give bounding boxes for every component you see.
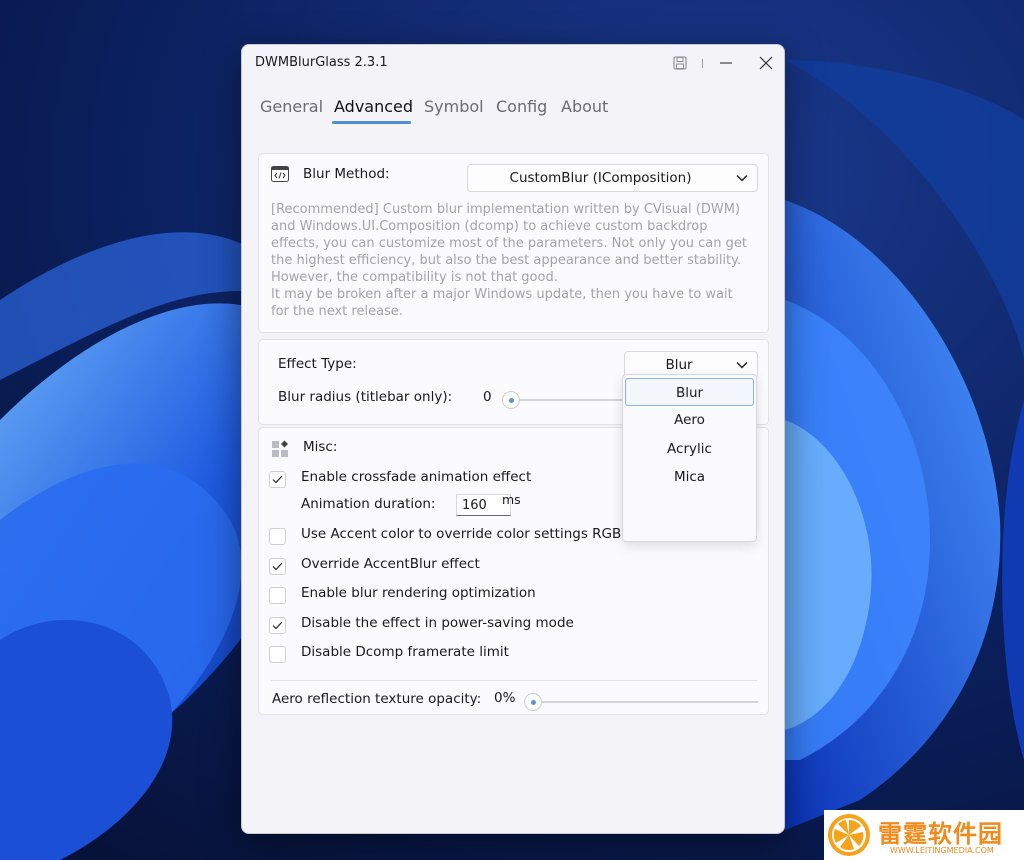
power-saving-checkbox[interactable]	[269, 617, 286, 634]
description-line: and Windows.UI.Composition (dcomp) to ac…	[271, 219, 708, 234]
orange-logo-icon	[828, 814, 870, 856]
description-line: effects, you can customize most of the p…	[271, 236, 747, 251]
dropdown-option-aero[interactable]: Aero	[625, 406, 754, 434]
watermark-text: 雷霆软件园	[878, 820, 1003, 848]
app-title: DWMBlurGlass 2.3.1	[255, 55, 388, 70]
dropdown-option-blur[interactable]: Blur	[625, 378, 754, 406]
animation-duration-label: Animation duration:	[301, 496, 436, 512]
power-saving-label: Disable the effect in power-saving mode	[301, 615, 574, 631]
title-bar: DWMBlurGlass 2.3.1	[242, 45, 784, 81]
accent-color-checkbox[interactable]	[269, 528, 286, 545]
animation-duration-unit: ms	[502, 492, 521, 507]
check-icon	[272, 621, 283, 630]
blur-method-card: Blur Method: CustomBlur (IComposition) […	[258, 153, 769, 333]
blur-radius-value: 0	[483, 389, 492, 405]
titlebar-separator	[702, 59, 703, 68]
chevron-down-icon	[736, 361, 748, 369]
description-line: for the next release.	[271, 304, 403, 319]
misc-divider	[271, 680, 757, 681]
aero-opacity-thumb[interactable]	[524, 693, 542, 711]
minimize-icon	[720, 62, 732, 64]
blur-optimization-label: Enable blur rendering optimization	[301, 585, 536, 601]
check-icon	[272, 562, 283, 571]
tab-config[interactable]: Config	[496, 97, 547, 116]
active-tab-indicator	[332, 121, 411, 124]
check-icon	[272, 475, 283, 484]
override-accentblur-label: Override AccentBlur effect	[301, 556, 480, 572]
blur-method-value: CustomBlur (IComposition)	[509, 170, 692, 186]
minimize-button[interactable]	[714, 51, 738, 75]
save-icon	[673, 56, 687, 70]
blur-radius-track[interactable]	[511, 399, 631, 401]
override-accentblur-checkbox[interactable]	[269, 558, 286, 575]
chevron-down-icon	[736, 174, 748, 182]
description-line: [Recommended] Custom blur implementation…	[271, 202, 741, 217]
misc-grid-icon	[272, 440, 288, 457]
aero-opacity-track[interactable]	[533, 701, 758, 703]
save-button[interactable]	[668, 51, 692, 75]
close-button[interactable]	[754, 51, 778, 75]
watermark-url: WWW.LEITINGMEDIA.COM	[890, 846, 994, 855]
tab-general[interactable]: General	[260, 97, 323, 116]
effect-type-value: Blur	[665, 357, 693, 373]
blur-method-select[interactable]: CustomBlur (IComposition)	[467, 164, 758, 192]
code-window-icon	[271, 166, 289, 182]
description-line: the highest efficiency, but also the bes…	[271, 253, 742, 268]
effect-type-dropdown: Blur Aero Acrylic Mica	[622, 374, 757, 542]
tab-symbol[interactable]: Symbol	[424, 97, 484, 116]
tab-advanced[interactable]: Advanced	[334, 97, 413, 116]
accent-color-label: Use Accent color to override color setti…	[301, 526, 622, 542]
misc-label: Misc:	[303, 439, 338, 455]
blur-optimization-checkbox[interactable]	[269, 587, 286, 604]
blur-method-description: [Recommended] Custom blur implementation…	[271, 201, 757, 320]
aero-opacity-value: 0%	[494, 690, 516, 706]
description-line: It may be broken after a major Windows u…	[271, 287, 733, 302]
description-line: However, the compatibility is not that g…	[271, 270, 558, 285]
blur-radius-thumb[interactable]	[502, 391, 520, 409]
close-icon	[759, 56, 773, 70]
blur-radius-label: Blur radius (titlebar only):	[278, 389, 453, 405]
dropdown-option-acrylic[interactable]: Acrylic	[625, 435, 754, 463]
aero-opacity-label: Aero reflection texture opacity:	[272, 691, 482, 707]
dropdown-option-mica[interactable]: Mica	[625, 463, 754, 491]
dcomp-limit-checkbox[interactable]	[269, 646, 286, 663]
dcomp-limit-label: Disable Dcomp framerate limit	[301, 644, 509, 660]
tab-about[interactable]: About	[561, 97, 608, 116]
watermark: 雷霆软件园 WWW.LEITINGMEDIA.COM	[824, 810, 1024, 860]
crossfade-label: Enable crossfade animation effect	[301, 469, 532, 485]
effect-type-label: Effect Type:	[278, 356, 357, 372]
blur-method-label: Blur Method:	[303, 166, 390, 182]
crossfade-checkbox[interactable]	[269, 471, 286, 488]
